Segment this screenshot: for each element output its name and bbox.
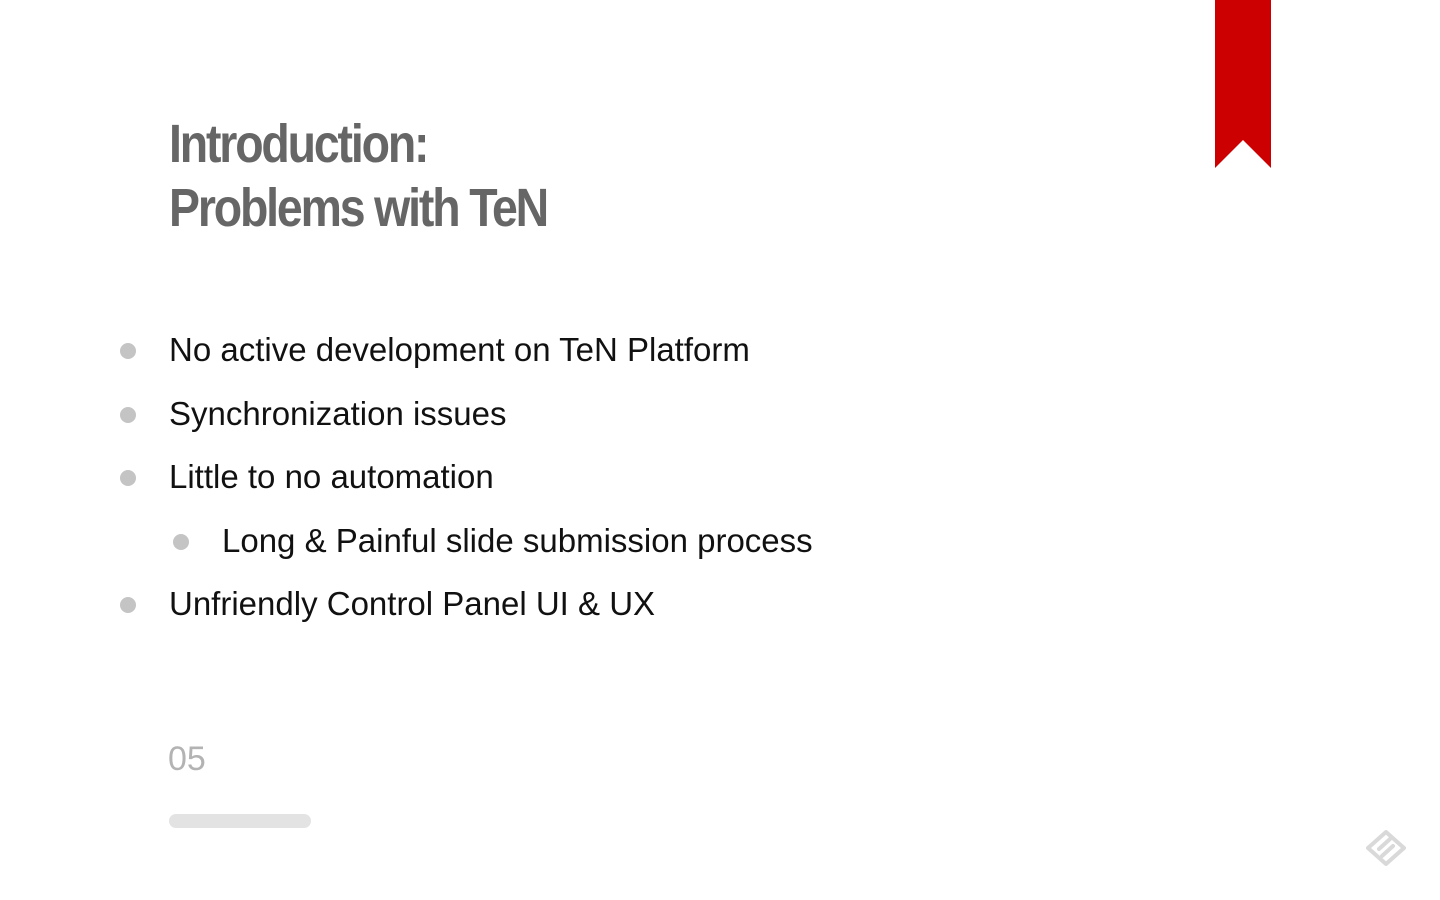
- slide-title-line-2: Problems with TeN: [169, 178, 549, 238]
- presentation-slide: Introduction: Problems with TeN No activ…: [0, 0, 1440, 900]
- slide-title: Introduction: Problems with TeN: [169, 112, 549, 240]
- bullet-text: Little to no automation: [169, 458, 494, 495]
- bullet-list: No active development on TeN Platform Sy…: [0, 318, 1000, 636]
- bullet-dot-icon: [120, 597, 136, 613]
- bullet-dot-icon: [120, 470, 136, 486]
- bullet-item: No active development on TeN Platform: [0, 318, 1000, 382]
- bullet-text: Unfriendly Control Panel UI & UX: [169, 585, 656, 622]
- bullet-text: Long & Painful slide submission process: [222, 521, 813, 559]
- bullet-text: Synchronization issues: [169, 394, 507, 432]
- bullet-item: Synchronization issues: [0, 382, 1000, 446]
- app-logo-icon[interactable]: [1366, 830, 1406, 866]
- slide-progress-fill: [169, 814, 311, 828]
- bullet-item: Unfriendly Control Panel UI & UX: [0, 572, 1000, 636]
- sub-bullet-item: Long & Painful slide submission process: [0, 509, 1000, 573]
- bullet-dot-icon: [120, 343, 136, 359]
- bullet-text: No active development on TeN Platform: [169, 331, 750, 368]
- slide-title-line-1: Introduction:: [169, 114, 430, 174]
- bullet-item: Little to no automation: [0, 445, 1000, 509]
- bullet-dot-icon: [173, 533, 189, 550]
- bookmark-ribbon-icon: [1215, 0, 1271, 168]
- slide-progress-bar[interactable]: [169, 814, 311, 828]
- bullet-dot-icon: [120, 406, 136, 423]
- slide-number: 05: [168, 740, 206, 778]
